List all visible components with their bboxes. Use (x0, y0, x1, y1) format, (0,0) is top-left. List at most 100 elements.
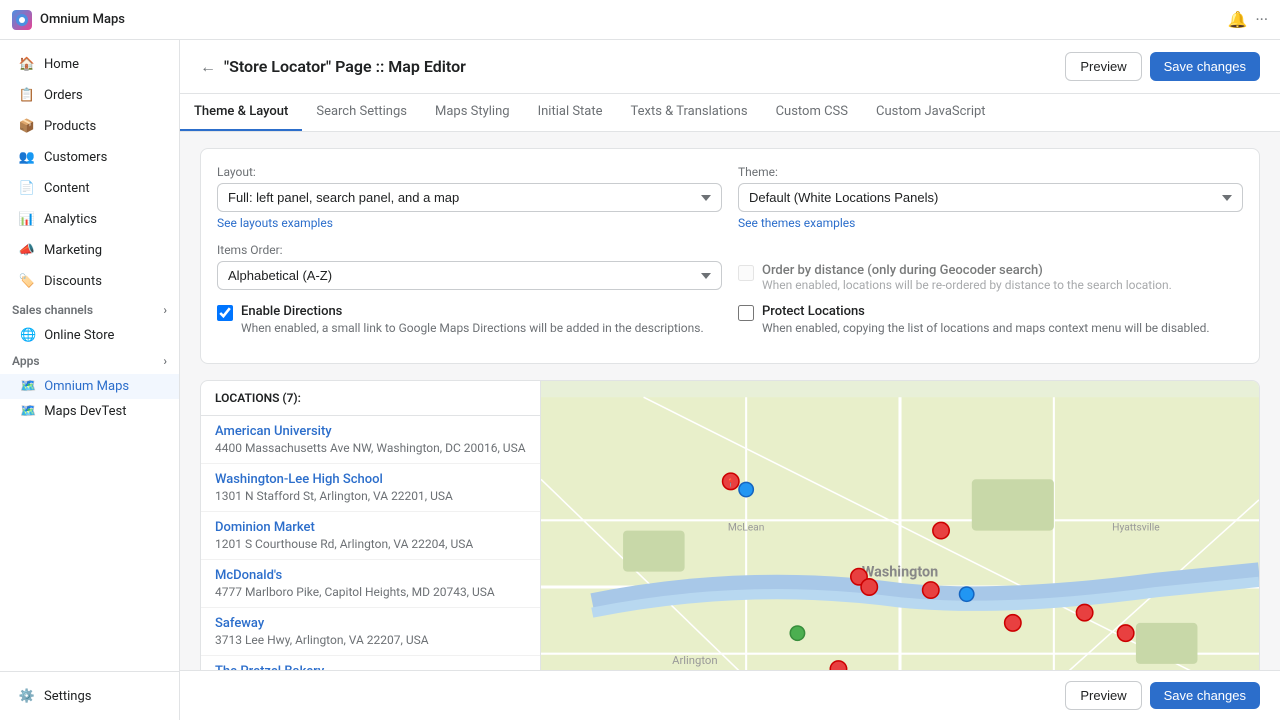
page-header: ← "Store Locator" Page :: Map Editor Pre… (180, 40, 1280, 94)
page-header-right: Preview Save changes (1065, 52, 1260, 81)
map-container: Washington Arlington McLean Hyattsville … (541, 381, 1259, 670)
sidebar-item-content-label: Content (44, 181, 90, 196)
sales-channels-header[interactable]: Sales channels › (0, 297, 179, 323)
theme-label: Theme: (738, 165, 1243, 179)
list-item[interactable]: Washington-Lee High School 1301 N Staffo… (201, 464, 540, 512)
layout-group: Layout: Full: left panel, search panel, … (217, 165, 722, 231)
items-order-select[interactable]: Alphabetical (A-Z) (217, 261, 722, 290)
map-svg: Washington Arlington McLean Hyattsville … (541, 381, 1259, 670)
topbar-right: 🔔 ··· (1228, 10, 1268, 29)
apps-header[interactable]: Apps › (0, 348, 179, 374)
enable-directions-checkbox[interactable] (217, 305, 233, 321)
sidebar-footer: ⚙️ Settings (0, 671, 179, 720)
preview-button[interactable]: Preview (1065, 52, 1141, 81)
page-header-left: ← "Store Locator" Page :: Map Editor (200, 57, 466, 77)
sidebar-item-home[interactable]: 🏠 Home (6, 49, 173, 79)
list-item[interactable]: Dominion Market 1201 S Courthouse Rd, Ar… (201, 512, 540, 560)
location-name-3[interactable]: McDonald's (215, 568, 282, 583)
checkboxes-row: Enable Directions When enabled, a small … (217, 304, 1243, 335)
back-button[interactable]: ← (200, 57, 216, 77)
analytics-icon: 📊 (18, 210, 36, 228)
sidebar-item-discounts-label: Discounts (44, 274, 102, 289)
locations-map-container: LOCATIONS (7): American University 4400 … (200, 380, 1260, 670)
sales-channels-label: Sales channels (12, 303, 93, 317)
sidebar-item-analytics[interactable]: 📊 Analytics (6, 204, 173, 234)
sales-channels-arrow: › (163, 303, 167, 317)
omnium-maps-icon: 🗺️ (20, 379, 36, 394)
marketing-icon: 📣 (18, 241, 36, 259)
order-by-distance-label: Order by distance (only during Geocoder … (762, 263, 1172, 278)
save-button[interactable]: Save changes (1150, 52, 1260, 81)
content-icon: 📄 (18, 179, 36, 197)
map-background: Washington Arlington McLean Hyattsville … (541, 381, 1259, 670)
see-themes-link[interactable]: See themes examples (738, 216, 855, 230)
protect-locations-item: Protect Locations When enabled, copying … (738, 304, 1243, 335)
bottom-preview-button[interactable]: Preview (1065, 681, 1141, 710)
sidebar-nav: 🏠 Home 📋 Orders 📦 Products 👥 Customers 📄 (0, 40, 179, 671)
more-icon[interactable]: ··· (1255, 10, 1268, 29)
theme-select[interactable]: Default (White Locations Panels) (738, 183, 1243, 212)
sidebar-item-maps-devtest[interactable]: 🗺️ Maps DevTest (0, 399, 179, 424)
list-item[interactable]: Safeway 3713 Lee Hwy, Arlington, VA 2220… (201, 608, 540, 656)
location-name-2[interactable]: Dominion Market (215, 520, 315, 535)
sidebar-item-marketing-label: Marketing (44, 243, 102, 258)
protect-locations-group: Protect Locations When enabled, copying … (738, 304, 1243, 335)
products-icon: 📦 (18, 117, 36, 135)
locations-header: LOCATIONS (7): (201, 381, 540, 416)
maps-devtest-label: Maps DevTest (44, 404, 126, 419)
sidebar-item-products[interactable]: 📦 Products (6, 111, 173, 141)
sidebar-item-discounts[interactable]: 🏷️ Discounts (6, 266, 173, 296)
sidebar-item-marketing[interactable]: 📣 Marketing (6, 235, 173, 265)
sidebar-item-omnium-maps[interactable]: 🗺️ Omnium Maps (0, 374, 179, 399)
page-title: "Store Locator" Page :: Map Editor (224, 57, 466, 76)
list-item[interactable]: American University 4400 Massachusetts A… (201, 416, 540, 464)
online-store-label: Online Store (44, 328, 114, 343)
svg-text:Washington: Washington (862, 564, 938, 581)
location-name-0[interactable]: American University (215, 424, 332, 439)
list-item[interactable]: The Pretzel Bakery 257 15th St SE, Washi… (201, 656, 540, 670)
sidebar-item-products-label: Products (44, 119, 96, 134)
online-store-icon: 🌐 (20, 328, 36, 343)
order-by-distance-checkbox[interactable] (738, 265, 754, 281)
tab-custom-css[interactable]: Custom CSS (762, 94, 862, 131)
sidebar-item-orders[interactable]: 📋 Orders (6, 80, 173, 110)
tab-texts-translations[interactable]: Texts & Translations (617, 94, 762, 131)
sidebar-item-online-store[interactable]: 🌐 Online Store (0, 323, 179, 348)
protect-locations-label: Protect Locations (762, 304, 1210, 319)
tab-initial-state[interactable]: Initial State (524, 94, 617, 131)
sidebar-item-settings[interactable]: ⚙️ Settings (6, 681, 173, 711)
location-addr-1: 1301 N Stafford St, Arlington, VA 22201,… (215, 489, 526, 503)
orders-icon: 📋 (18, 86, 36, 104)
sidebar-item-customers[interactable]: 👥 Customers (6, 142, 173, 172)
layout-select[interactable]: Full: left panel, search panel, and a ma… (217, 183, 722, 212)
app-title: Omnium Maps (40, 12, 125, 27)
protect-locations-checkbox[interactable] (738, 305, 754, 321)
maps-devtest-icon: 🗺️ (20, 404, 36, 419)
tab-search-settings[interactable]: Search Settings (302, 94, 421, 131)
apps-arrow: › (163, 354, 167, 368)
location-name-1[interactable]: Washington-Lee High School (215, 472, 383, 487)
items-order-label: Items Order: (217, 243, 722, 257)
sidebar-item-content[interactable]: 📄 Content (6, 173, 173, 203)
svg-text:Arlington: Arlington (672, 654, 717, 667)
home-icon: 🏠 (18, 55, 36, 73)
enable-directions-label: Enable Directions (241, 304, 704, 319)
location-name-4[interactable]: Safeway (215, 616, 264, 631)
enable-directions-desc: When enabled, a small link to Google Map… (241, 321, 704, 335)
notification-icon[interactable]: 🔔 (1228, 10, 1248, 29)
theme-group: Theme: Default (White Locations Panels) … (738, 165, 1243, 231)
form-area: Layout: Full: left panel, search panel, … (200, 148, 1260, 364)
tab-theme-layout[interactable]: Theme & Layout (180, 94, 302, 131)
discounts-icon: 🏷️ (18, 272, 36, 290)
see-layouts-link[interactable]: See layouts examples (217, 216, 333, 230)
tab-maps-styling[interactable]: Maps Styling (421, 94, 524, 131)
svg-text:📍: 📍 (726, 477, 736, 488)
enable-directions-group: Enable Directions When enabled, a small … (217, 304, 722, 335)
bottom-save-button[interactable]: Save changes (1150, 682, 1260, 709)
main-layout: 🏠 Home 📋 Orders 📦 Products 👥 Customers 📄 (0, 40, 1280, 720)
location-addr-3: 4777 Marlboro Pike, Capitol Heights, MD … (215, 585, 526, 599)
topbar-left: Omnium Maps (12, 10, 125, 30)
tab-custom-js[interactable]: Custom JavaScript (862, 94, 1000, 131)
app-logo (12, 10, 32, 30)
list-item[interactable]: McDonald's 4777 Marlboro Pike, Capitol H… (201, 560, 540, 608)
